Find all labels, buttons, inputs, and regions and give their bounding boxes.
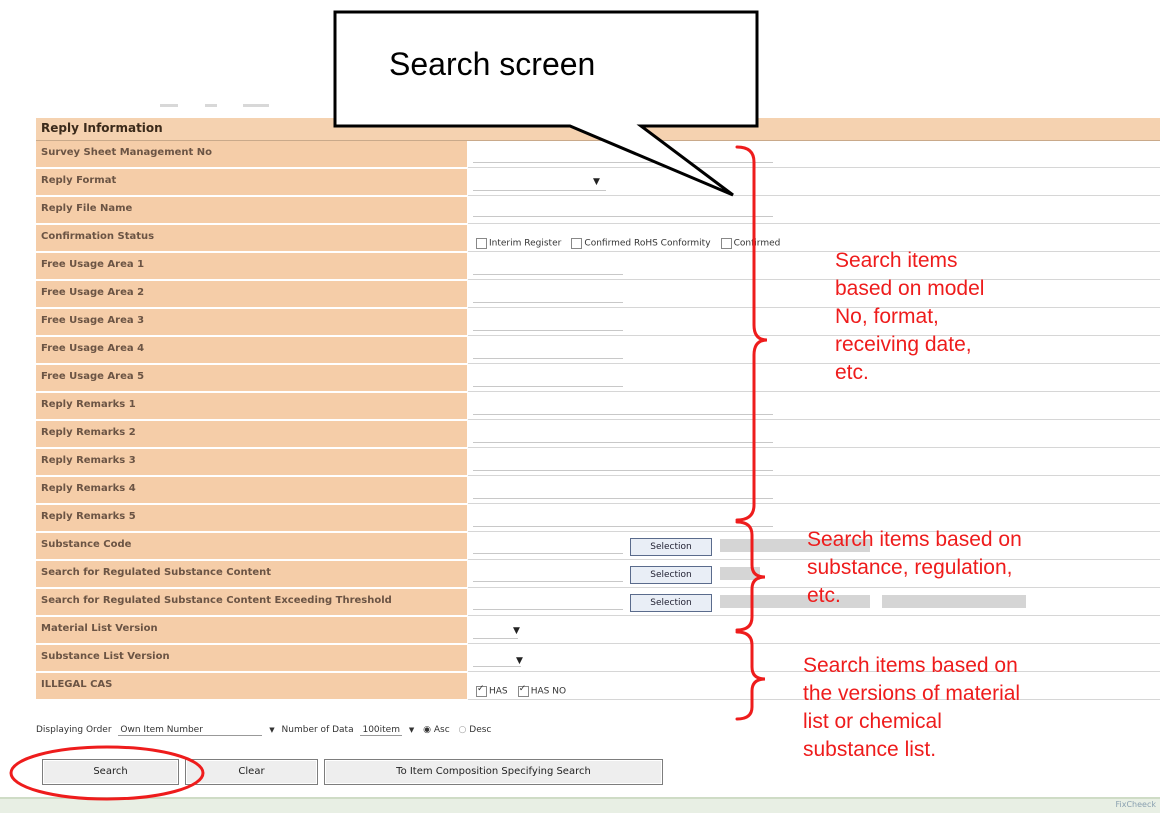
callout-title: Search screen bbox=[389, 46, 596, 82]
brace-icon bbox=[735, 145, 768, 721]
annotation-model-format: Search items based on model No, format, … bbox=[835, 249, 985, 384]
callout-bubble bbox=[333, 10, 759, 197]
annotation-list-versions: Search items based on the versions of ma… bbox=[803, 654, 1021, 761]
search-highlight-circle bbox=[9, 745, 205, 801]
annotation-substance-regulation: Search items based on substance, regulat… bbox=[807, 528, 1022, 607]
